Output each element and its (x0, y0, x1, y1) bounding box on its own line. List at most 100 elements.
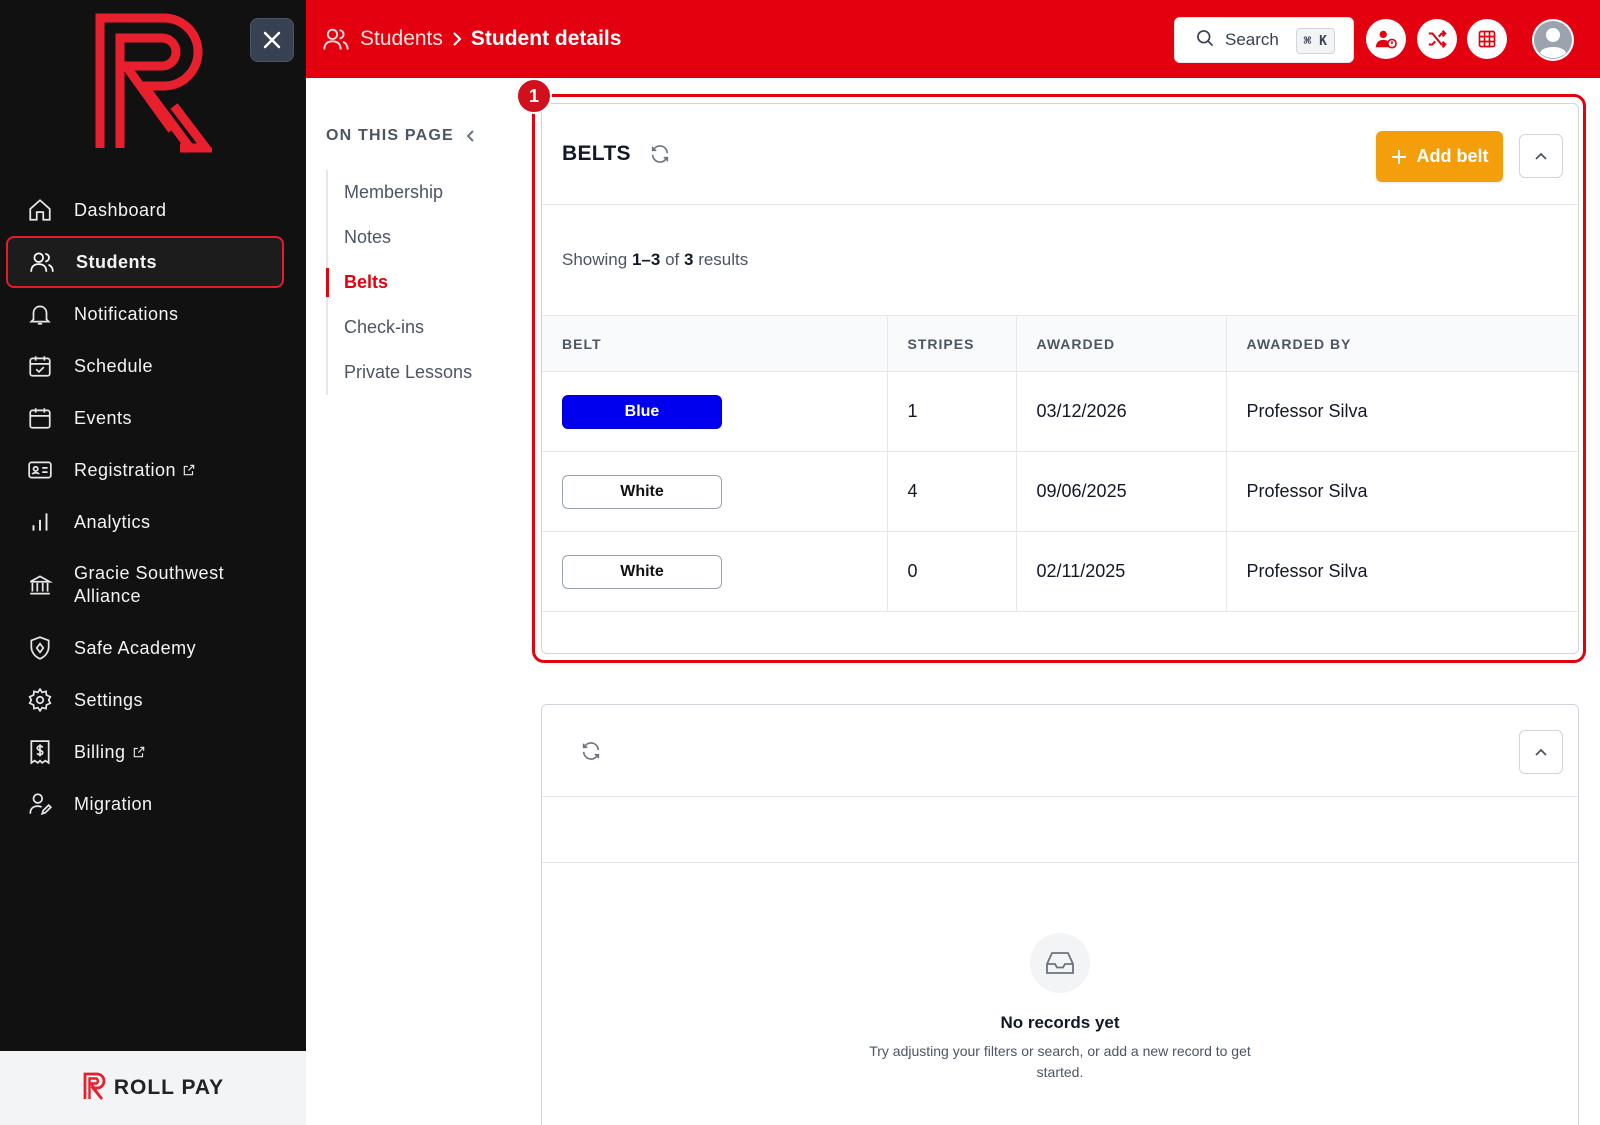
belts-table: BELT STRIPES AWARDED AWARDED BY Blue 1 0… (542, 315, 1578, 612)
gear-icon (26, 686, 54, 714)
column-header-belt: BELT (542, 315, 887, 372)
chevron-up-icon (1535, 748, 1547, 756)
empty-state: No records yet Try adjusting your filter… (542, 863, 1578, 1083)
sidebar-item-analytics[interactable]: Analytics (0, 496, 306, 548)
sidebar-item-label: Registration (74, 459, 177, 480)
sidebar-item-gracie-southwest-alliance[interactable]: Gracie Southwest Alliance (0, 548, 306, 622)
on-this-page-item-notes[interactable]: Notes (328, 215, 516, 260)
user-avatar-icon (1534, 21, 1572, 59)
users-icon (28, 248, 56, 276)
bell-icon (26, 300, 54, 328)
empty-state-title: No records yet (1000, 1013, 1120, 1032)
table-row[interactable]: Blue 1 03/12/2026 Professor Silva (542, 371, 1578, 452)
collapse-belts-button[interactable] (1519, 134, 1563, 178)
belts-card: BELTS Add belt Showing 1–3 of 3 results … (541, 103, 1579, 654)
sidebar-item-billing[interactable]: Billing (0, 726, 306, 778)
on-this-page-item-membership[interactable]: Membership (328, 170, 516, 215)
sidebar-item-label: Analytics (74, 511, 151, 532)
awarded-cell: 03/12/2026 (1015, 371, 1226, 452)
refresh-icon[interactable] (580, 740, 602, 762)
records-toolbar (542, 797, 1578, 863)
sidebar-item-label: Dashboard (74, 199, 167, 220)
table-row[interactable]: White 4 09/06/2025 Professor Silva (542, 451, 1578, 532)
sidebar-item-settings[interactable]: Settings (0, 674, 306, 726)
chevron-right-icon (451, 31, 463, 47)
stripes-cell: 0 (886, 531, 1016, 612)
user-alert-button[interactable] (1366, 19, 1406, 59)
sidebar-item-notifications[interactable]: Notifications (0, 288, 306, 340)
calendar-icon (26, 404, 54, 432)
breadcrumb: Students Student details (322, 25, 621, 53)
roll-logo (92, 10, 216, 155)
refresh-icon[interactable] (649, 143, 671, 165)
awarded-cell: 09/06/2025 (1015, 451, 1226, 532)
breadcrumb-current: Student details (470, 27, 622, 50)
breadcrumb-students-link[interactable]: Students (360, 27, 443, 51)
sidebar-footer-brand: ROLL PAY (0, 1051, 306, 1125)
results-prefix: Showing (562, 250, 628, 269)
roll-pay-logo-mark (82, 1071, 108, 1106)
stripes-cell: 4 (886, 451, 1016, 532)
results-of: of (665, 250, 680, 269)
belt-badge[interactable]: Blue (562, 394, 722, 429)
sidebar-item-label: Migration (74, 793, 153, 814)
user-alert-icon (1375, 30, 1397, 49)
brand-name: ROLL PAY (113, 1076, 225, 1099)
sidebar-item-events[interactable]: Events (0, 392, 306, 444)
chevron-left-icon[interactable] (466, 129, 476, 143)
belt-badge[interactable]: White (562, 554, 722, 589)
collapse-records-button[interactable] (1519, 730, 1563, 774)
on-this-page-item-belts[interactable]: Belts (326, 260, 516, 305)
results-range: 1–3 (631, 250, 661, 269)
user-edit-icon (26, 790, 54, 818)
sidebar-item-safe-academy[interactable]: Safe Academy (0, 622, 306, 674)
sidebar-item-label: Gracie Southwest Alliance (74, 563, 225, 606)
inbox-icon (1030, 933, 1090, 993)
sidebar-item-registration[interactable]: Registration (0, 444, 306, 496)
top-bar: Students Student details Search ⌘ K (306, 0, 1600, 78)
sidebar-item-label: Students (76, 251, 158, 272)
highlight-badge: 1 (516, 78, 552, 114)
avatar[interactable] (1532, 19, 1574, 61)
on-this-page-item-check-ins[interactable]: Check-ins (328, 305, 516, 350)
plus-icon (1391, 149, 1406, 164)
on-this-page-item-private-lessons[interactable]: Private Lessons (328, 350, 516, 395)
sidebar-item-dashboard[interactable]: Dashboard (0, 184, 306, 236)
sidebar-item-migration[interactable]: Migration (0, 778, 306, 830)
search-shortcut: ⌘ K (1295, 28, 1335, 54)
search-box[interactable]: Search ⌘ K (1174, 17, 1354, 63)
add-belt-label: Add belt (1416, 146, 1489, 166)
add-belt-button[interactable]: Add belt (1376, 131, 1503, 182)
sidebar-item-label: Safe Academy (74, 637, 197, 658)
external-link-icon (132, 745, 146, 759)
sidebar-item-schedule[interactable]: Schedule (0, 340, 306, 392)
awarded-by-cell: Professor Silva (1225, 371, 1578, 452)
search-icon (1195, 28, 1215, 53)
belt-badge[interactable]: White (562, 474, 722, 509)
shuffle-button[interactable] (1417, 19, 1457, 59)
sidebar-item-label: Events (74, 407, 133, 428)
table-row[interactable]: White 0 02/11/2025 Professor Silva (542, 531, 1578, 612)
chevron-up-icon (1535, 152, 1547, 160)
grid-icon (1478, 30, 1496, 48)
stripes-cell: 1 (886, 371, 1016, 452)
awarded-cell: 02/11/2025 (1015, 531, 1226, 612)
grid-button[interactable] (1467, 19, 1507, 59)
results-summary: Showing 1–3 of 3 results (542, 205, 1578, 315)
shield-icon (26, 634, 54, 662)
calendar-check-icon (26, 352, 54, 380)
on-this-page-title: ON THIS PAGE (326, 127, 454, 144)
sidebar: Dashboard Students Notifications Schedul… (0, 0, 306, 1125)
awarded-by-cell: Professor Silva (1225, 531, 1578, 612)
close-icon (263, 31, 281, 49)
column-header-stripes: STRIPES (886, 315, 1016, 372)
records-card: No records yet Try adjusting your filter… (541, 704, 1579, 1125)
sidebar-item-label: Notifications (74, 303, 179, 324)
column-header-awarded: AWARDED (1015, 315, 1226, 372)
results-total: 3 (683, 250, 694, 269)
sidebar-item-students[interactable]: Students (6, 236, 284, 288)
empty-state-description: Try adjusting your filters or search, or… (869, 1043, 1251, 1080)
shuffle-icon (1428, 30, 1447, 48)
belts-title: BELTS (562, 142, 631, 165)
close-sidebar-button[interactable] (250, 18, 294, 62)
